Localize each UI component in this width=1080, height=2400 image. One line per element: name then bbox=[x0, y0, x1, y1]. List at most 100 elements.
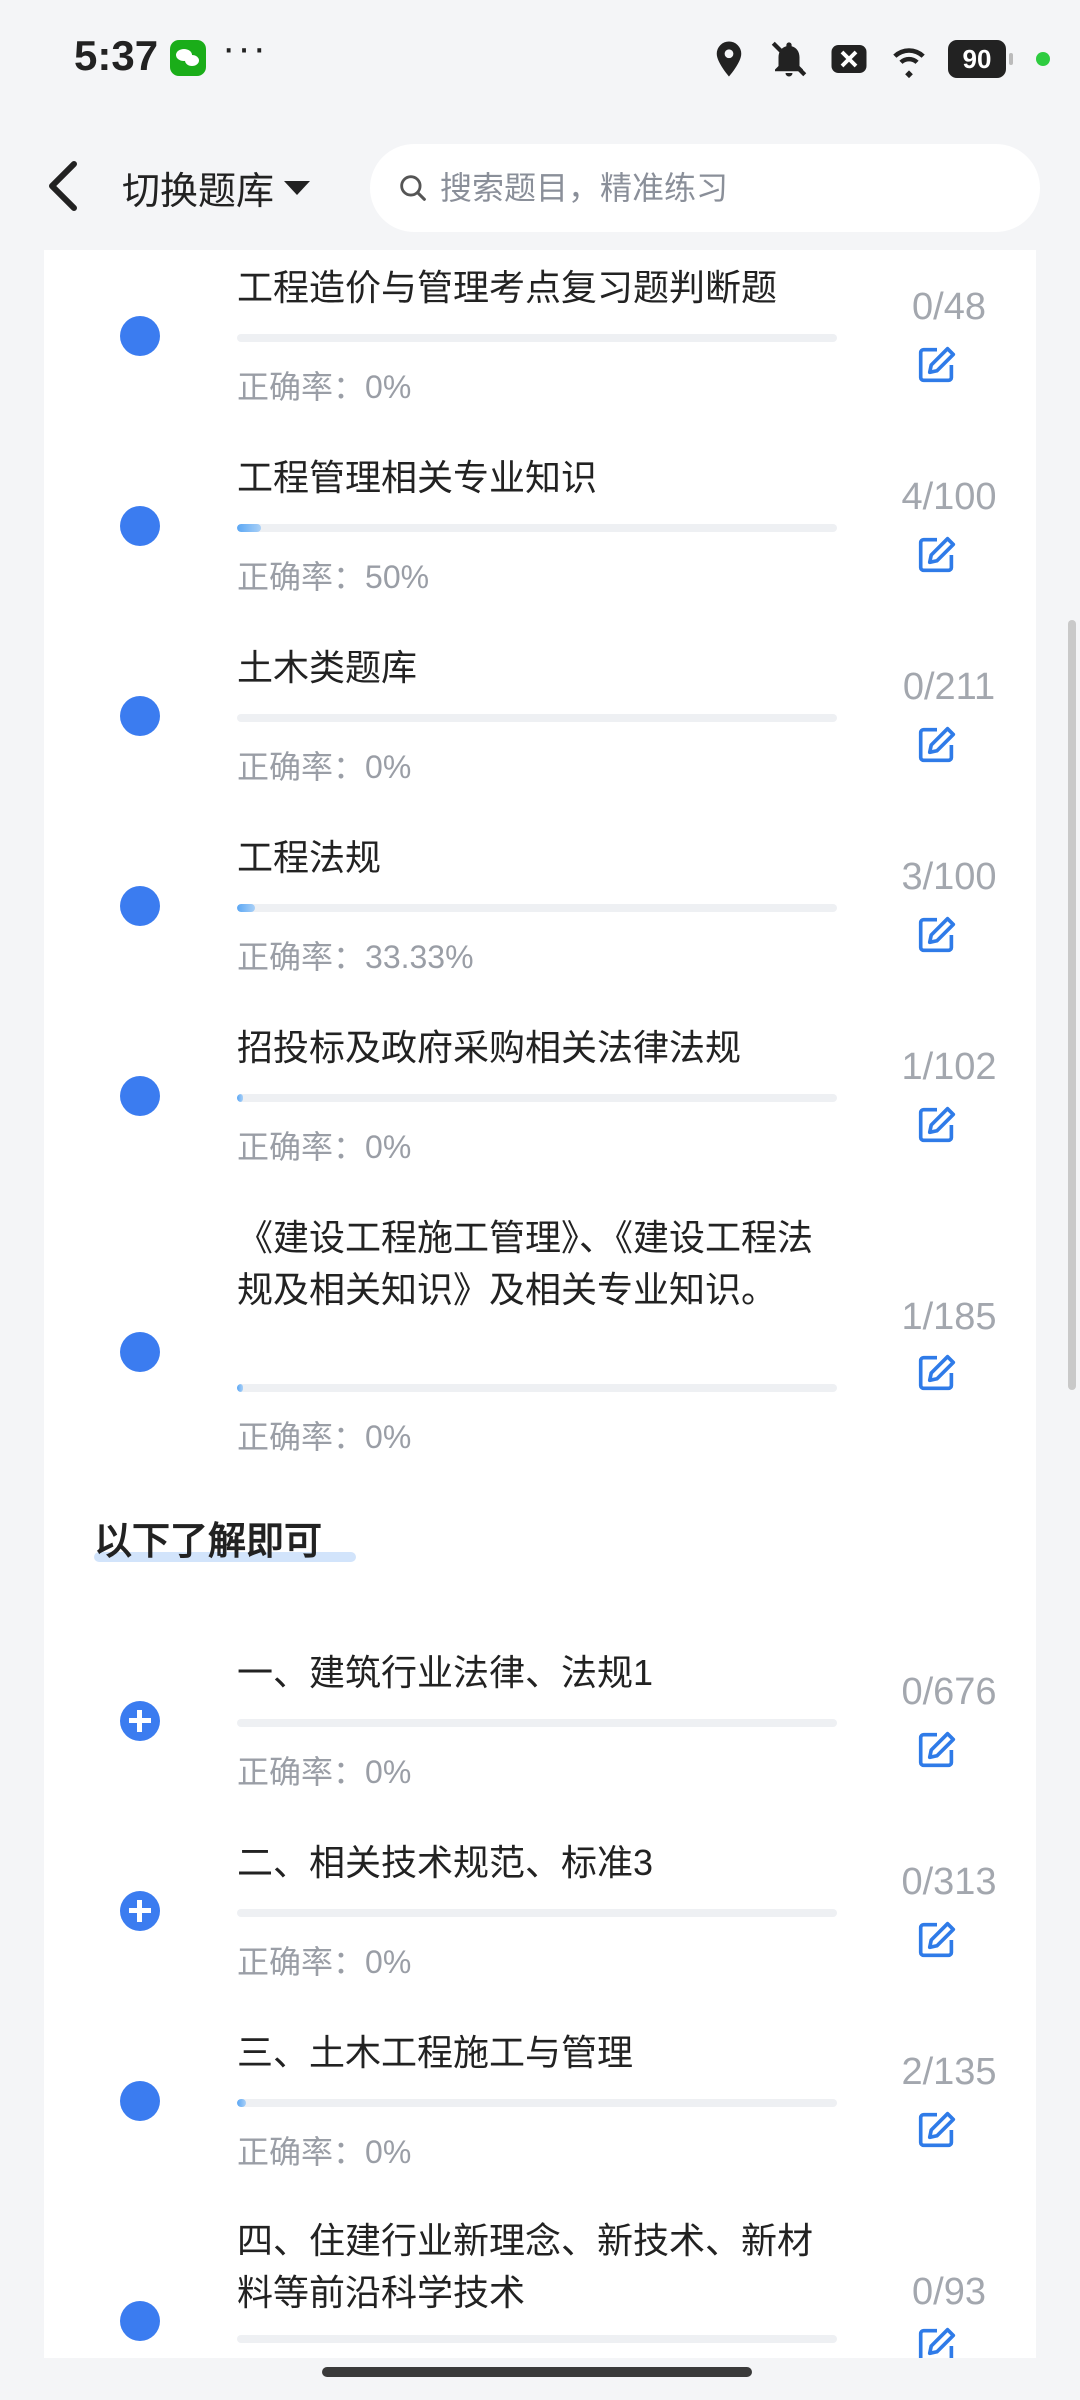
status-icons: 90 bbox=[708, 34, 1050, 84]
privacy-dot-icon bbox=[1036, 52, 1050, 66]
back-arrow-icon[interactable] bbox=[38, 156, 90, 216]
top-bar: 切换题库 bbox=[0, 120, 1080, 250]
accuracy-text: 正确率：0% bbox=[237, 1937, 411, 1983]
accuracy-text: 正确率：0% bbox=[237, 2127, 411, 2173]
section-title: 以下了解即可 bbox=[94, 1521, 323, 1563]
accuracy-label: 正确率： bbox=[237, 939, 366, 975]
progress-bar bbox=[237, 1719, 837, 1727]
search-bar[interactable] bbox=[370, 144, 1040, 232]
progress-bar bbox=[237, 714, 837, 722]
progress-count: 0/211 bbox=[902, 666, 996, 708]
wifi-icon bbox=[893, 48, 925, 79]
progress-fill bbox=[237, 2099, 246, 2107]
list-item[interactable]: 工程造价与管理考点复习题判断题 正确率：0% 0/48 bbox=[44, 250, 1036, 440]
accuracy-label: 正确率： bbox=[237, 1129, 366, 1165]
progress-count: 4/100 bbox=[901, 476, 997, 518]
accuracy-text: 正确率：50% bbox=[237, 552, 429, 598]
accuracy-value: 0% bbox=[365, 749, 412, 785]
edit-icon[interactable] bbox=[914, 722, 960, 768]
dot-marker-icon bbox=[120, 1076, 160, 1116]
progress-count: 0/676 bbox=[901, 1671, 997, 1713]
progress-count: 0/313 bbox=[901, 1861, 997, 1903]
progress-count: 1/185 bbox=[901, 1296, 997, 1338]
progress-count: 2/135 bbox=[901, 2051, 997, 2093]
switch-question-bank-button[interactable]: 切换题库 bbox=[122, 160, 311, 215]
item-title: 一、建筑行业法律、法规1 bbox=[237, 1652, 654, 1693]
x-close-badge-icon bbox=[831, 45, 867, 73]
scrollbar[interactable] bbox=[1068, 620, 1076, 1390]
list-item[interactable]: 四、住建行业新理念、新技术、新材料等前沿科学技术 0/93 bbox=[44, 2205, 1036, 2358]
accuracy-value: 0% bbox=[365, 1419, 412, 1455]
progress-count: 1/102 bbox=[901, 1046, 997, 1088]
list-item[interactable]: 二、相关技术规范、标准3 正确率：0% 0/313 bbox=[44, 1825, 1036, 2015]
accuracy-text: 正确率：0% bbox=[237, 362, 411, 408]
progress-count: 0/48 bbox=[912, 286, 986, 328]
accuracy-value: 33.33% bbox=[365, 939, 474, 975]
accuracy-text: 正确率：0% bbox=[237, 1412, 411, 1458]
accuracy-text: 正确率：0% bbox=[237, 742, 411, 788]
item-title: 工程造价与管理考点复习题判断题 bbox=[237, 267, 778, 308]
accuracy-label: 正确率： bbox=[237, 1754, 366, 1790]
accuracy-value: 0% bbox=[365, 1129, 412, 1165]
item-title: 工程管理相关专业知识 bbox=[237, 457, 598, 498]
accuracy-value: 0% bbox=[365, 1754, 412, 1790]
more-notifications-icon: ··· bbox=[222, 26, 268, 70]
dot-marker-icon bbox=[120, 886, 160, 926]
progress-fill bbox=[237, 1094, 243, 1102]
progress-bar bbox=[237, 904, 837, 912]
accuracy-label: 正确率： bbox=[237, 369, 366, 405]
edit-icon[interactable] bbox=[914, 532, 960, 578]
accuracy-label: 正确率： bbox=[237, 2134, 366, 2170]
list-item[interactable]: 土木类题库 正确率：0% 0/211 bbox=[44, 630, 1036, 820]
item-title: 工程法规 bbox=[237, 837, 382, 878]
progress-bar bbox=[237, 334, 837, 342]
progress-bar bbox=[237, 524, 837, 532]
list-item[interactable]: 一、建筑行业法律、法规1 正确率：0% 0/676 bbox=[44, 1635, 1036, 1825]
progress-bar bbox=[237, 2099, 837, 2107]
edit-icon[interactable] bbox=[914, 1727, 960, 1773]
accuracy-value: 0% bbox=[365, 1944, 412, 1980]
accuracy-value: 0% bbox=[365, 369, 412, 405]
edit-icon[interactable] bbox=[914, 1917, 960, 1963]
item-title: 四、住建行业新理念、新技术、新材料等前沿科学技术 bbox=[237, 2220, 814, 2313]
edit-icon[interactable] bbox=[914, 2107, 960, 2153]
wechat-notification-icon bbox=[170, 40, 206, 76]
progress-fill bbox=[237, 904, 255, 912]
edit-icon[interactable] bbox=[914, 1350, 960, 1396]
item-title: 招投标及政府采购相关法律法规 bbox=[237, 1027, 742, 1068]
status-time: 5:37 bbox=[74, 32, 159, 79]
edit-icon[interactable] bbox=[914, 912, 960, 958]
accuracy-value: 50% bbox=[365, 559, 430, 595]
list-item[interactable]: 工程管理相关专业知识 正确率：50% 4/100 bbox=[44, 440, 1036, 630]
dot-marker-icon bbox=[120, 1332, 160, 1372]
accuracy-text: 正确率：33.33% bbox=[237, 932, 474, 978]
list-item[interactable]: 《建设工程施工管理》、《建设工程法规及相关知识》及相关专业知识。 正确率：0% … bbox=[44, 1200, 1036, 1490]
progress-fill bbox=[237, 1384, 243, 1392]
item-title: 三、土木工程施工与管理 bbox=[237, 2032, 634, 2073]
question-bank-list: 工程造价与管理考点复习题判断题 正确率：0% 0/48 工程管理相关专业知识 正… bbox=[44, 250, 1036, 2358]
list-item[interactable]: 招投标及政府采购相关法律法规 正确率：0% 1/102 bbox=[44, 1010, 1036, 1200]
accuracy-label: 正确率： bbox=[237, 559, 366, 595]
mute-bell-icon bbox=[771, 41, 807, 77]
page-title: 切换题库 bbox=[122, 171, 275, 213]
home-indicator[interactable] bbox=[322, 2367, 752, 2377]
item-title: 二、相关技术规范、标准3 bbox=[237, 1842, 654, 1883]
list-item[interactable]: 三、土木工程施工与管理 正确率：0% 2/135 bbox=[44, 2015, 1036, 2205]
edit-icon[interactable] bbox=[914, 2323, 960, 2358]
dot-marker-icon bbox=[120, 2081, 160, 2121]
accuracy-text: 正确率：0% bbox=[237, 1122, 411, 1168]
list-item[interactable]: 工程法规 正确率：33.33% 3/100 bbox=[44, 820, 1036, 1010]
battery-indicator: 90 bbox=[948, 40, 1013, 78]
item-title: 土木类题库 bbox=[237, 647, 418, 688]
accuracy-value: 0% bbox=[365, 2134, 412, 2170]
accuracy-label: 正确率： bbox=[237, 1419, 366, 1455]
search-input[interactable] bbox=[440, 169, 1000, 207]
progress-bar bbox=[237, 1384, 837, 1392]
edit-icon[interactable] bbox=[914, 1102, 960, 1148]
expand-plus-icon[interactable] bbox=[120, 1891, 160, 1931]
accuracy-text: 正确率：0% bbox=[237, 1747, 411, 1793]
edit-icon[interactable] bbox=[914, 342, 960, 388]
accuracy-label: 正确率： bbox=[237, 1944, 366, 1980]
expand-plus-icon[interactable] bbox=[120, 1701, 160, 1741]
progress-bar bbox=[237, 1909, 837, 1917]
